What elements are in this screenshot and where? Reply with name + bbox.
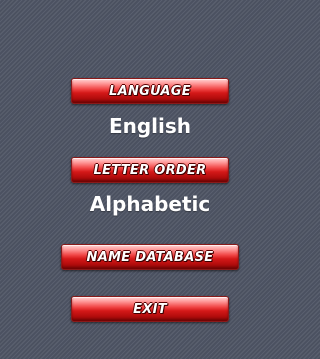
language-value: English [108,114,192,138]
letter-order-value: Alphabetic [89,192,211,216]
language-button-label: LANGUAGE [109,83,191,99]
name-database-button-label: NAME DATABASE [86,249,214,265]
letter-order-button-label: LETTER ORDER [93,162,207,178]
exit-button[interactable]: EXIT [71,296,229,322]
exit-button-label: EXIT [133,301,167,317]
letter-order-button[interactable]: LETTER ORDER [71,157,229,183]
name-database-button[interactable]: NAME DATABASE [61,244,239,270]
language-button[interactable]: LANGUAGE [71,78,229,104]
